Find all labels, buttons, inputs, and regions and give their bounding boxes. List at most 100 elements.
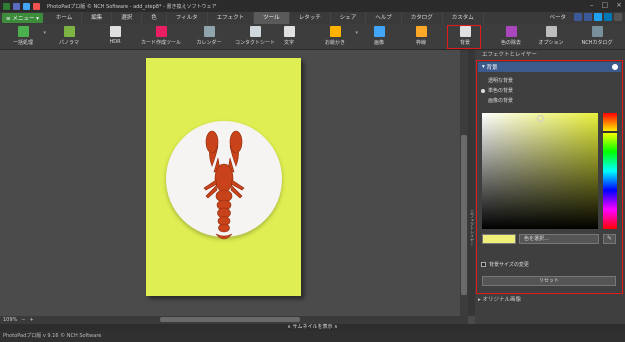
radio-solid-color[interactable]: 単色の背景 [481,87,513,94]
tool-card-button[interactable]: カード作成ツール [138,26,184,46]
status-bar: PhotoPadプロ版 v 9.16 © NCH Software [0,331,625,342]
radio-dot [481,99,485,103]
close-button[interactable]: × [616,1,622,9]
batch-icon [17,26,29,37]
tool-label: オプション [538,40,564,46]
tool-label: パノラマ [58,40,79,46]
hue-slider-handle[interactable] [601,131,619,133]
tool-label: 画像 [373,40,384,46]
twitter-icon[interactable] [594,13,602,21]
radio-transparent[interactable]: 透明な背景 [481,77,513,84]
image-icon [373,26,385,37]
app-icon [3,2,10,10]
tool-label: お絵かき [324,40,345,46]
tool-label: HDR [109,39,121,45]
window-controls: – □ × [590,1,622,9]
border-icon [415,26,427,37]
hdr-icon [109,26,121,37]
resize-background-checkbox[interactable]: 背景サイズの変更 [481,261,529,268]
original-image-label: オリジナル画像 [482,297,522,303]
save-icon[interactable] [13,2,20,10]
checkbox-label: 背景サイズの変更 [489,262,529,268]
tool-label: 色の除去 [500,40,521,46]
tool-brush-button[interactable]: お絵かき ▾ [312,26,358,46]
title-bar: PhotoPadプロ版 © NCH Software - add_step8* … [0,0,625,12]
tool-catalog-button[interactable]: NCHカタログ [574,26,620,46]
background-tool-highlight [447,25,481,49]
edited-photo[interactable] [146,58,301,296]
undo-icon[interactable] [23,2,30,10]
tab-0[interactable]: ホーム [47,12,83,24]
tool-label: NCHカタログ [581,40,613,46]
radio-image[interactable]: 画像の背景 [481,97,513,104]
zoom-level[interactable]: 109% [3,317,17,323]
tool-image-button[interactable]: 画像 [356,26,402,46]
panel-header: エフェクトとレイヤー [482,52,537,58]
tool-label: カード作成ツール [140,40,181,46]
side-tab-label: エフェクトレイヤー [470,210,475,246]
tab-2[interactable]: 選択 [112,12,143,24]
settings-icon[interactable] [612,64,618,70]
tool-label: 枠線 [415,40,426,46]
choose-color-button[interactable]: 色を選択... [519,234,599,244]
text-icon [283,26,295,37]
checkbox-box[interactable] [481,262,486,267]
menu-bar: ≡ メニュー ▾ ホーム 編集 選択色フィルタ エフェクト ツール レタッチ シェア ヘルプカ… [0,12,625,24]
tool-calendar-button[interactable]: カレンダー [186,26,232,46]
effects-side-tab[interactable]: エフェクトレイヤー [468,50,475,316]
color-remove-icon [505,26,517,37]
zoom-out-icon[interactable]: − [21,317,25,323]
tab-5[interactable]: エフェクト [208,12,255,24]
horizontal-scroll-thumb[interactable] [160,317,300,322]
original-image-section[interactable]: ▸ オリジナル画像 [478,295,521,303]
tool-hdr-button[interactable]: HDR [92,26,138,45]
radio-label: 画像の背景 [488,98,514,104]
help-icon[interactable] [614,13,622,21]
minimize-button[interactable]: – [590,1,594,9]
card-icon [155,26,167,37]
calendar-icon [203,26,215,37]
show-thumbnails-bar[interactable]: ∧ サムネイルを表示 ∧ [0,324,625,331]
tab-8[interactable]: シェア [331,12,367,24]
tab-1[interactable]: 編集 [82,12,113,24]
tab-7[interactable]: レタッチ [290,12,331,24]
tab-10[interactable]: カタログ [402,12,443,24]
zoom-in-icon[interactable]: + [30,317,34,323]
eyedropper-icon[interactable]: ✎ [603,234,616,244]
reset-button[interactable]: リセット [482,276,616,286]
color-picker-cursor[interactable] [537,115,544,122]
catalog-icon [591,26,603,37]
maximize-button[interactable]: □ [602,1,609,9]
lobster-image [203,130,245,240]
linkedin-icon[interactable] [604,13,612,21]
tool-border-button[interactable]: 枠線 [398,26,444,46]
color-picker-field[interactable] [482,113,598,229]
tab-4[interactable]: フィルタ [167,12,208,24]
radio-dot-selected [481,88,485,93]
facebook-icon[interactable] [584,13,592,21]
tab-11[interactable]: カスタム [443,12,484,24]
main-menu-button[interactable]: ≡ メニュー ▾ [2,13,43,23]
radio-label: 単色の背景 [488,88,514,94]
options-icon [545,26,557,37]
tool-label: カレンダー [196,40,222,46]
tab-3[interactable]: 色 [142,12,167,24]
tab-6[interactable]: ツール [254,12,290,24]
background-section-header[interactable]: ▾ 背景 [478,62,621,72]
redo-icon[interactable] [33,2,40,10]
tab-9[interactable]: ヘルプ [366,12,402,24]
tool-options-button[interactable]: オプション [528,26,574,46]
panorama-icon [63,26,75,37]
tool-text-button[interactable]: 文字 [266,26,312,46]
vertical-scroll-thumb[interactable] [461,135,467,295]
beta-label: ベータ [549,15,566,21]
like-icon[interactable] [574,13,582,21]
contact-sheet-icon [249,26,261,37]
tool-panorama-button[interactable]: パノラマ [46,26,92,46]
radio-label: 透明な背景 [488,78,514,84]
menu-right: ベータ [549,13,622,21]
ribbon-tabs: ホーム 編集 選択色フィルタ エフェクト ツール レタッチ シェア ヘルプ カタログ カスタム [47,12,484,24]
tool-batch-button[interactable]: 一括処理 ▾ [0,26,46,46]
section-title: 背景 [486,65,498,71]
tool-label: 文字 [283,40,294,46]
